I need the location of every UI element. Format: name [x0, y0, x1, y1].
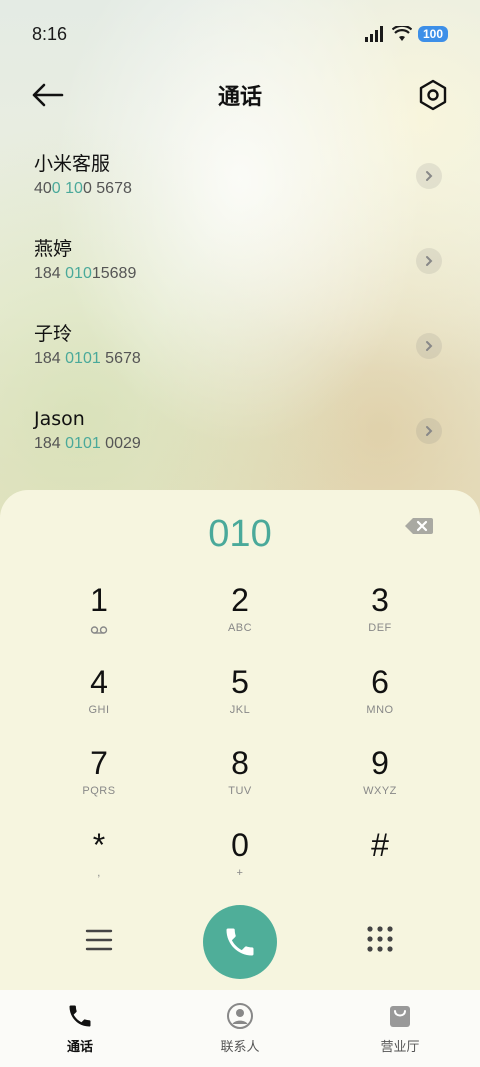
shopping-bag-icon	[390, 1006, 410, 1027]
contact-item[interactable]: 小米客服 400 100 5678	[0, 146, 480, 231]
contact-number: 184 0101 0029	[34, 435, 141, 452]
back-arrow-icon[interactable]	[30, 80, 66, 110]
tab-contacts[interactable]: 联系人	[160, 990, 320, 1067]
contact-name: 子玲	[34, 323, 73, 345]
chevron-right-icon[interactable]	[416, 333, 442, 359]
page-title: 通话	[217, 85, 262, 110]
chevron-right-icon[interactable]	[416, 418, 442, 444]
dial-key-1[interactable]: 1	[39, 580, 159, 652]
phone-icon	[226, 928, 254, 956]
menu-icon[interactable]	[84, 927, 114, 953]
contact-item[interactable]: 子玲 184 0101 5678	[0, 316, 480, 401]
battery-indicator: 100	[417, 26, 448, 42]
dial-key-0[interactable]: 0 +	[180, 825, 300, 897]
dial-key-7[interactable]: 7 PQRS	[39, 743, 159, 815]
tab-service-hall[interactable]: 营业厅	[320, 990, 480, 1067]
chevron-right-icon[interactable]	[416, 163, 442, 189]
signal-icon	[364, 26, 383, 42]
status-bar: 8:16 100	[0, 0, 480, 68]
dial-key-2[interactable]: 2 ABC	[180, 580, 300, 652]
status-icons: 100	[364, 26, 448, 42]
tab-label: 通话	[66, 1040, 93, 1055]
voicemail-icon	[90, 626, 108, 634]
tab-label: 联系人	[220, 1040, 260, 1055]
dialpad-panel: 010 1 2 ABC 3 DEF 4 GHI 5 JKL 6 MNO 7 PQ…	[0, 490, 480, 990]
tab-calls[interactable]: 通话	[0, 990, 160, 1067]
contact-number: 184 0101 5678	[34, 350, 141, 367]
status-time: 8:16	[32, 23, 68, 44]
dial-key-6[interactable]: 6 MNO	[320, 662, 440, 734]
contact-name: Jason	[34, 408, 85, 430]
dial-key-9[interactable]: 9 WXYZ	[320, 743, 440, 815]
wifi-icon	[391, 26, 412, 41]
person-icon	[227, 1003, 253, 1029]
chevron-right-icon[interactable]	[416, 248, 442, 274]
dial-key-8[interactable]: 8 TUV	[180, 743, 300, 815]
tab-label: 营业厅	[380, 1040, 420, 1055]
phone-icon	[69, 1005, 91, 1027]
dial-key-5[interactable]: 5 JKL	[180, 662, 300, 734]
dial-actions	[0, 905, 480, 981]
dial-key-4[interactable]: 4 GHI	[39, 662, 159, 734]
call-button[interactable]	[203, 905, 277, 979]
contact-item[interactable]: Jason 184 0101 0029	[0, 401, 480, 486]
dial-key-hash[interactable]: #	[320, 825, 440, 897]
contact-suggestions-list: 小米客服 400 100 5678 燕婷 184 01015689 子玲 184…	[0, 146, 480, 486]
keypad-grid-icon[interactable]	[366, 925, 394, 953]
contact-number: 400 100 5678	[34, 180, 132, 197]
contact-name: 小米客服	[34, 153, 111, 175]
settings-icon[interactable]	[416, 78, 450, 112]
dial-key-star[interactable]: * ,	[39, 825, 159, 897]
backspace-icon[interactable]	[404, 515, 434, 537]
contact-name: 燕婷	[34, 238, 73, 260]
contact-number: 184 01015689	[34, 265, 137, 282]
contact-item[interactable]: 燕婷 184 01015689	[0, 231, 480, 316]
header: 通话	[0, 68, 480, 122]
dial-key-3[interactable]: 3 DEF	[320, 580, 440, 652]
bottom-tab-bar: 通话 联系人 营业厅	[0, 990, 480, 1067]
